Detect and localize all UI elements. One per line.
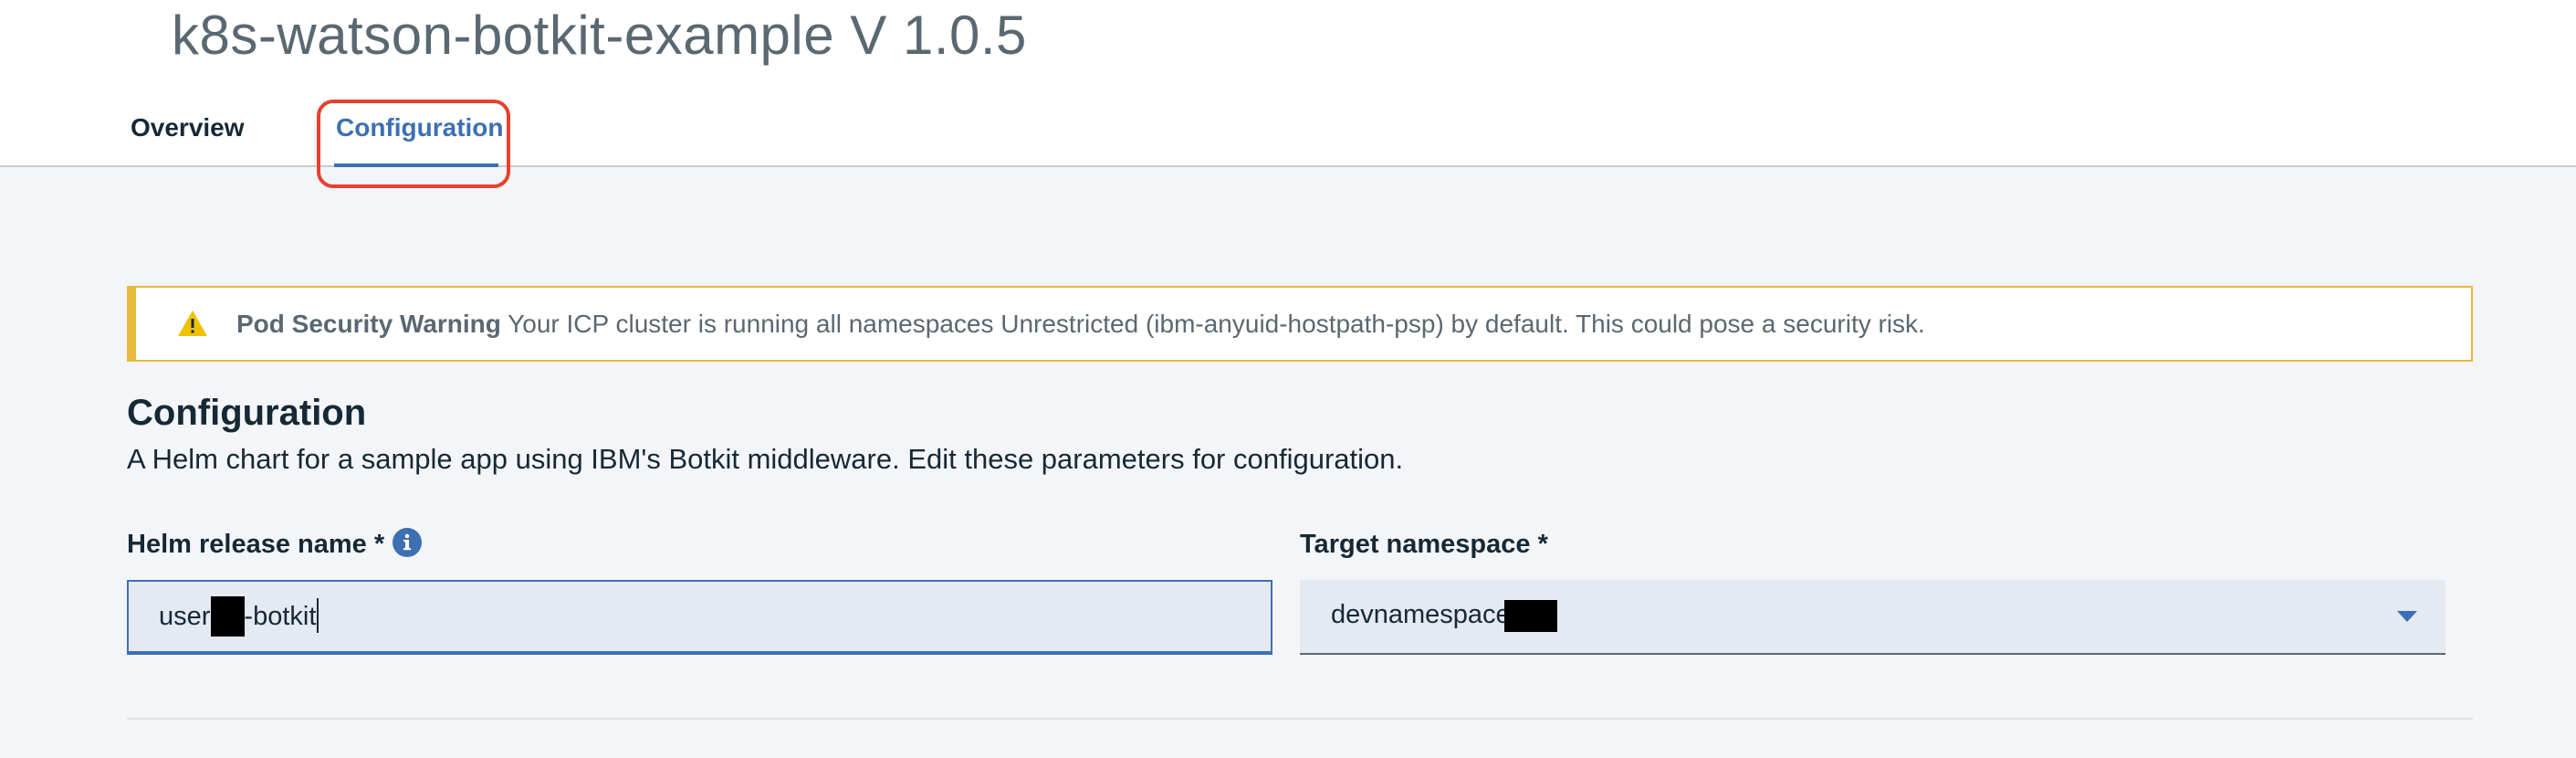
helm-release-label: Helm release name * — [127, 530, 385, 559]
redacted-block — [211, 596, 245, 637]
section-description: A Helm chart for a sample app using IBM'… — [127, 443, 1404, 475]
helm-release-input[interactable]: user -botkit — [127, 580, 1272, 655]
warning-text: Pod Security Warning Your ICP cluster is… — [236, 310, 1925, 339]
warning-triangle-icon — [178, 311, 207, 336]
chevron-down-icon — [2397, 611, 2417, 622]
redacted-block — [1504, 600, 1557, 632]
tab-overview[interactable]: Overview — [131, 113, 245, 142]
app-title: k8s-watson-botkit-example V 1.0.5 — [172, 5, 1027, 66]
warning-message: Your ICP cluster is running all namespac… — [508, 310, 1925, 338]
target-namespace-value: devnamespace — [1331, 600, 1511, 629]
section-title: Configuration — [127, 393, 367, 433]
section-divider — [127, 718, 2473, 720]
target-namespace-label: Target namespace * — [1300, 530, 1548, 559]
text-cursor — [317, 598, 319, 633]
pod-security-warning: Pod Security Warning Your ICP cluster is… — [127, 286, 2473, 362]
annotation-highlight — [317, 100, 510, 188]
target-namespace-select[interactable]: devnamespace — [1300, 580, 2445, 655]
info-icon[interactable] — [392, 527, 423, 558]
warning-title: Pod Security Warning — [236, 310, 501, 338]
